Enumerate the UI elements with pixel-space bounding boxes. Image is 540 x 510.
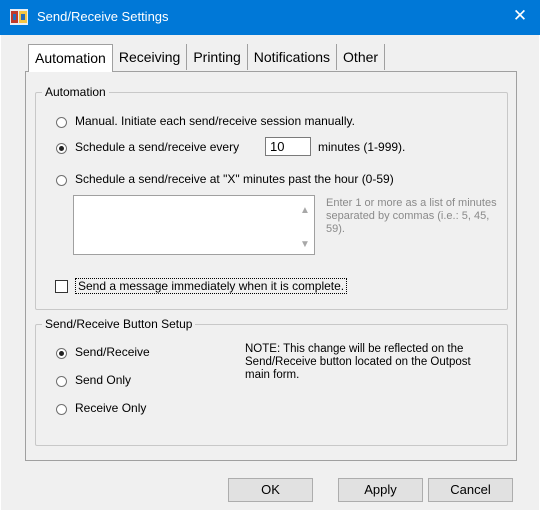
minutes-interval-suffix: minutes (1-999). [318,140,406,154]
scroll-down-icon[interactable]: ▼ [298,239,312,250]
schedule-every-radio[interactable] [56,143,67,154]
apply-button[interactable]: Apply [338,478,423,502]
ok-button[interactable]: OK [228,478,313,502]
tab-printing[interactable]: Printing [187,44,248,70]
tab-automation[interactable]: Automation [28,44,113,72]
window-title: Send/Receive Settings [37,9,169,24]
tab-other[interactable]: Other [337,44,386,70]
tab-strip: Automation Receiving Printing Notificati… [28,44,386,72]
send-only-radio[interactable] [56,376,67,387]
close-icon[interactable]: ✕ [510,6,530,26]
send-receive-radio[interactable] [56,348,67,359]
outpost-app-icon [10,9,28,25]
button-setup-legend: Send/Receive Button Setup [42,317,196,331]
minutes-hint: Enter 1 or more as a list of minutes sep… [326,197,497,235]
manual-radio[interactable] [56,117,67,128]
receive-only-label[interactable]: Receive Only [75,401,146,415]
schedule-past-hour-radio[interactable] [56,175,67,186]
send-immediately-checkbox[interactable] [55,280,68,293]
tab-receiving[interactable]: Receiving [113,44,188,70]
receive-only-radio[interactable] [56,404,67,415]
button-setup-note: NOTE: This change will be reflected on t… [245,343,471,381]
tab-notifications[interactable]: Notifications [248,44,338,70]
schedule-past-hour-label[interactable]: Schedule a send/receive at "X" minutes p… [75,172,394,186]
send-receive-label[interactable]: Send/Receive [75,345,150,359]
send-immediately-label[interactable]: Send a message immediately when it is co… [75,278,348,294]
manual-label[interactable]: Manual. Initiate each send/receive sessi… [75,114,355,128]
send-only-label[interactable]: Send Only [75,373,131,387]
minutes-interval-input[interactable]: 10 [265,137,311,156]
cancel-button[interactable]: Cancel [428,478,513,502]
minutes-list-textarea[interactable] [73,195,315,255]
schedule-every-label[interactable]: Schedule a send/receive every [75,140,239,154]
automation-legend: Automation [42,85,109,99]
scroll-up-icon[interactable]: ▲ [298,205,312,216]
